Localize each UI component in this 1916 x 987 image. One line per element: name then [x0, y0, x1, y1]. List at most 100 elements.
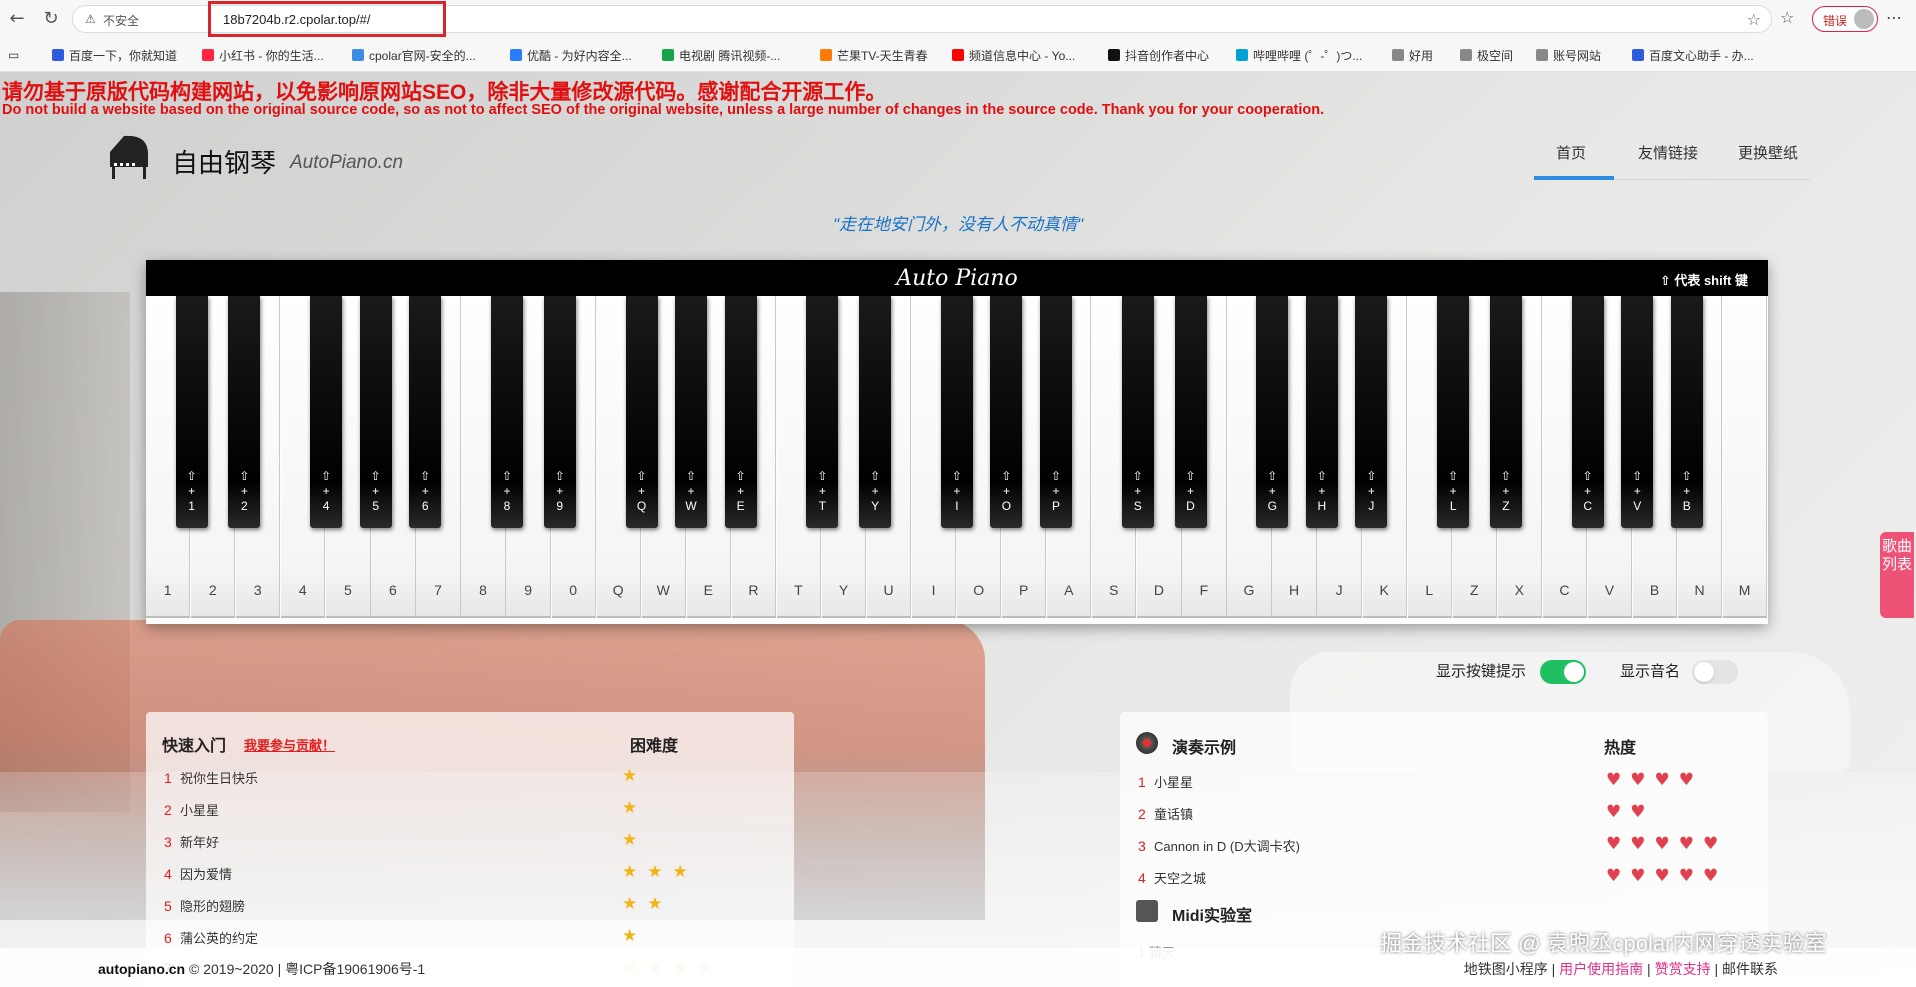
bookmark-item[interactable]: cpolar官网-安全的... [352, 46, 476, 64]
favorites-icon[interactable]: ☆ [1780, 8, 1794, 27]
white-key-label: O [973, 582, 985, 598]
black-key[interactable]: ⇧ + 2 [228, 296, 261, 528]
black-key[interactable]: ⇧ + T [806, 296, 839, 528]
demo-item[interactable]: 4 天空之城 [1138, 868, 1206, 890]
song-list-tab[interactable]: 歌曲列表 [1880, 532, 1914, 618]
bookmark-item[interactable]: 电视剧 腾讯视频-... [662, 46, 780, 64]
notice-english: Do not build a website based on the orig… [2, 102, 1325, 118]
show-note-name-toggle[interactable] [1692, 660, 1738, 684]
demo-item[interactable]: 1 小星星 [1138, 772, 1193, 794]
reload-icon[interactable]: ↻ [40, 8, 62, 30]
black-key[interactable]: ⇧ + 5 [359, 296, 392, 528]
bookmark-item[interactable]: 频道信息中心 - Yo... [952, 46, 1075, 64]
nav-friend-links[interactable]: 友情链接 [1638, 142, 1698, 163]
bookmark-favicon-icon [202, 49, 214, 61]
quick-start-item[interactable]: 4 因为爱情 [164, 864, 232, 886]
bookmark-item[interactable]: 极空间 [1460, 46, 1513, 64]
footer-copyright-text: © 2019~2020 | 粤ICP备19061906号-1 [189, 961, 426, 977]
url-text[interactable]: 18b7204b.r2.cpolar.top/#/ [223, 12, 370, 27]
white-key-label: 2 [208, 582, 217, 598]
black-key[interactable]: ⇧ + Z [1489, 296, 1522, 528]
white-key-label: T [794, 582, 803, 598]
bookmark-favicon-icon [662, 49, 674, 61]
quick-start-item[interactable]: 6 蒲公英的约定 [164, 928, 258, 950]
black-key[interactable]: ⇧ + I [940, 296, 973, 528]
footer-link-metro[interactable]: 地铁图小程序 [1464, 961, 1548, 977]
white-key[interactable]: M [1722, 296, 1768, 618]
bookmark-item[interactable]: 芒果TV-天生青春 [820, 46, 928, 64]
black-key[interactable]: ⇧ + 6 [409, 296, 442, 528]
black-key[interactable]: ⇧ + V [1621, 296, 1654, 528]
song-name: 小星星 [180, 803, 220, 818]
bookmark-label: 百度文心助手 - 办... [1649, 48, 1754, 63]
site-title[interactable]: 自由钢琴 [172, 143, 276, 180]
bookmark-item[interactable]: 百度一下，你就知道 [52, 46, 177, 64]
black-key-label: ⇧ + P [1050, 469, 1062, 513]
reading-list-icon[interactable]: ▭ [8, 46, 19, 64]
nav-home[interactable]: 首页 [1556, 142, 1586, 163]
quick-start-item[interactable]: 2 小星星 [164, 800, 219, 822]
bookmark-favicon-icon [1536, 49, 1548, 61]
address-bar[interactable]: ⚠ 不安全 18b7204b.r2.cpolar.top/#/ ☆ [72, 1, 1772, 37]
heat-hearts: ♥♥♥♥♥ [1606, 834, 1728, 854]
black-key[interactable]: ⇧ + G [1256, 296, 1289, 528]
bookmark-item[interactable]: 优酷 - 为好内容全... [510, 46, 632, 64]
page-content: 请勿基于原版代码构建网站，以免影响原网站SEO，除非大量修改源代码。感谢配合开源… [0, 72, 1916, 987]
black-key[interactable]: ⇧ + C [1571, 296, 1604, 528]
black-key[interactable]: ⇧ + 8 [491, 296, 523, 528]
midi-lab-title[interactable]: Midi实验室 [1172, 902, 1252, 926]
bookmark-item[interactable]: 好用 [1392, 46, 1433, 64]
nav-change-wallpaper[interactable]: 更换壁纸 [1738, 142, 1798, 163]
black-key[interactable]: ⇧ + S [1121, 296, 1154, 528]
footer-link-support[interactable]: 赞赏支持 [1655, 961, 1711, 977]
bookmark-item[interactable]: 哔哩哔哩 (゜-゜)つ... [1236, 46, 1362, 64]
white-key-label: P [1019, 582, 1029, 598]
black-key[interactable]: ⇧ + Y [859, 296, 892, 528]
quick-start-item[interactable]: 5 隐形的翅膀 [164, 896, 245, 918]
piano: Auto Piano ⇧ 代表 shift 键 1 2 3 4 5 6 7 8 9 0 Q W E R T Y… [146, 260, 1768, 624]
bookmark-star-icon[interactable]: ☆ [1747, 10, 1761, 29]
black-key[interactable]: ⇧ + B [1670, 296, 1703, 528]
quick-start-item[interactable]: 3 新年好 [164, 832, 219, 854]
show-key-hint-toggle[interactable] [1540, 660, 1586, 684]
black-key[interactable]: ⇧ + O [990, 296, 1023, 528]
black-key[interactable]: ⇧ + P [1039, 296, 1072, 528]
footer-brand[interactable]: autopiano.cn [98, 961, 185, 977]
avatar [1854, 9, 1874, 29]
black-key[interactable]: ⇧ + 1 [175, 296, 208, 528]
black-key[interactable]: ⇧ + J [1355, 296, 1388, 528]
bookmark-item[interactable]: 抖音创作者中心 [1108, 46, 1209, 64]
profile-error-button[interactable]: 错误 [1812, 6, 1878, 32]
white-key-label: X [1514, 582, 1524, 598]
black-key-label: ⇧ + S [1132, 469, 1143, 513]
bookmark-item[interactable]: 小红书 - 你的生活... [202, 46, 324, 64]
black-key[interactable]: ⇧ + E [724, 296, 757, 528]
piano-logo-icon[interactable] [104, 132, 154, 180]
footer-link-guide[interactable]: 用户使用指南 [1559, 961, 1643, 977]
white-key-label: 9 [524, 582, 532, 598]
bookmark-label: 极空间 [1477, 48, 1514, 63]
back-icon[interactable]: ← [6, 8, 28, 30]
white-key-label: U [883, 582, 894, 598]
black-key[interactable]: ⇧ + W [675, 296, 708, 528]
black-key[interactable]: ⇧ + H [1305, 296, 1338, 528]
demo-item[interactable]: 3 Cannon in D (D大调卡农) [1138, 836, 1300, 858]
footer-link-email[interactable]: 邮件联系 [1722, 961, 1778, 977]
bookmark-item[interactable]: 百度文心助手 - 办... [1632, 46, 1754, 64]
black-key[interactable]: ⇧ + D [1174, 296, 1207, 528]
black-key[interactable]: ⇧ + L [1437, 296, 1470, 528]
demo-item[interactable]: 2 童话镇 [1138, 804, 1193, 826]
bookmark-item[interactable]: 账号网站 [1536, 46, 1601, 64]
white-key-label: R [748, 582, 759, 598]
white-key-label: D [1153, 582, 1164, 598]
black-key[interactable]: ⇧ + Q [625, 296, 658, 528]
bookmark-label: 哔哩哔哩 (゜-゜)つ... [1253, 48, 1363, 63]
black-key[interactable]: ⇧ + 4 [310, 296, 343, 528]
black-key[interactable]: ⇧ + 9 [543, 296, 576, 528]
quick-start-item[interactable]: 1 祝你生日快乐 [164, 768, 258, 790]
black-key-label: ⇧ + I [951, 469, 962, 513]
contribute-link[interactable]: 我要参与贡献！ [244, 735, 335, 754]
bookmark-label: 小红书 - 你的生活... [219, 48, 324, 63]
item-index: 3 [1138, 838, 1146, 854]
more-menu-icon[interactable]: ⋯ [1886, 8, 1902, 28]
